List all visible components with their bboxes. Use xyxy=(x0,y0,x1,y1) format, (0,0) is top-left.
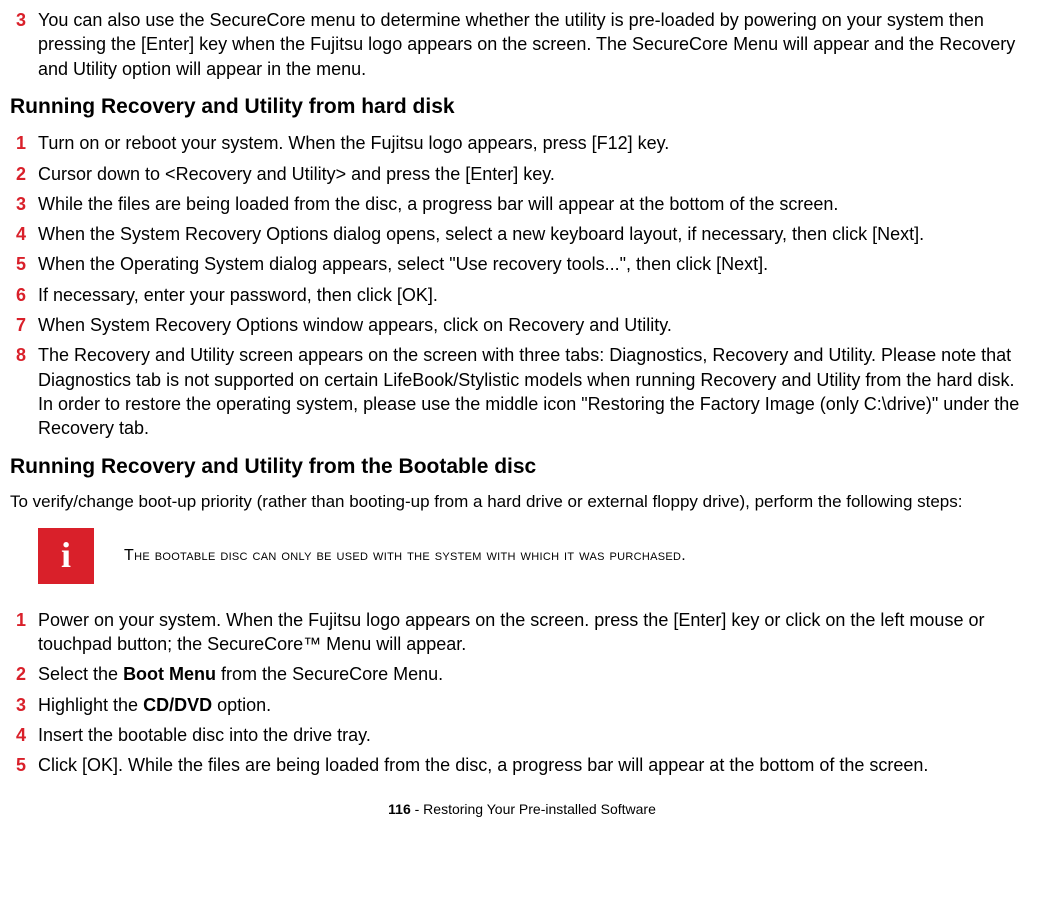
step-text: Click [OK]. While the files are being lo… xyxy=(38,753,1034,777)
list-item: 7When System Recovery Options window app… xyxy=(10,313,1034,337)
section1-heading: Running Recovery and Utility from hard d… xyxy=(10,93,1034,121)
intro-step: 3 You can also use the SecureCore menu t… xyxy=(10,8,1034,81)
step-number: 3 xyxy=(10,693,38,717)
list-item: 3While the files are being loaded from t… xyxy=(10,192,1034,216)
step-number: 3 xyxy=(10,192,38,216)
step-text: Power on your system. When the Fujitsu l… xyxy=(38,608,1034,657)
step-number: 8 xyxy=(10,343,38,440)
step-text-pre: Select the xyxy=(38,664,123,684)
list-item: 2Select the Boot Menu from the SecureCor… xyxy=(10,662,1034,686)
step-text: Highlight the CD/DVD option. xyxy=(38,693,1034,717)
step-number: 7 xyxy=(10,313,38,337)
list-item: 1Turn on or reboot your system. When the… xyxy=(10,131,1034,155)
footer-page-number: 116 xyxy=(388,801,411,817)
step-text: When the System Recovery Options dialog … xyxy=(38,222,1034,246)
info-note-box: i The bootable disc can only be used wit… xyxy=(10,528,1034,584)
section2-intro: To verify/change boot-up priority (rathe… xyxy=(10,491,1034,514)
step-text-bold: Boot Menu xyxy=(123,664,216,684)
list-item: 1Power on your system. When the Fujitsu … xyxy=(10,608,1034,657)
step-text: When the Operating System dialog appears… xyxy=(38,252,1034,276)
step-text-pre: Highlight the xyxy=(38,695,143,715)
step-text: The Recovery and Utility screen appears … xyxy=(38,343,1034,440)
page-footer: 116 - Restoring Your Pre-installed Softw… xyxy=(10,800,1034,819)
step-text-pre: Click [OK]. While the files are being lo… xyxy=(38,755,928,775)
step-number: 5 xyxy=(10,753,38,777)
step-text: While the files are being loaded from th… xyxy=(38,192,1034,216)
step-text: Turn on or reboot your system. When the … xyxy=(38,131,1034,155)
info-note-text: The bootable disc can only be used with … xyxy=(124,545,686,567)
step-text: When System Recovery Options window appe… xyxy=(38,313,1034,337)
info-icon: i xyxy=(38,528,94,584)
step-text-post: option. xyxy=(212,695,271,715)
list-item: 6If necessary, enter your password, then… xyxy=(10,283,1034,307)
step-text-pre: Insert the bootable disc into the drive … xyxy=(38,725,371,745)
list-item: 8The Recovery and Utility screen appears… xyxy=(10,343,1034,440)
step-text-bold: CD/DVD xyxy=(143,695,212,715)
step-text: Select the Boot Menu from the SecureCore… xyxy=(38,662,1034,686)
step-text-post: from the SecureCore Menu. xyxy=(216,664,443,684)
step-number: 4 xyxy=(10,723,38,747)
list-item: 4When the System Recovery Options dialog… xyxy=(10,222,1034,246)
step-text: If necessary, enter your password, then … xyxy=(38,283,1034,307)
list-item: 5When the Operating System dialog appear… xyxy=(10,252,1034,276)
step-text-pre: Power on your system. When the Fujitsu l… xyxy=(38,610,984,654)
step-number: 2 xyxy=(10,662,38,686)
section2-heading: Running Recovery and Utility from the Bo… xyxy=(10,453,1034,481)
list-item: 2Cursor down to <Recovery and Utility> a… xyxy=(10,162,1034,186)
step-text: Insert the bootable disc into the drive … xyxy=(38,723,1034,747)
step-number: 1 xyxy=(10,131,38,155)
list-item: 5Click [OK]. While the files are being l… xyxy=(10,753,1034,777)
list-item: 3Highlight the CD/DVD option. xyxy=(10,693,1034,717)
step-number: 2 xyxy=(10,162,38,186)
step-number: 3 xyxy=(10,8,38,81)
step-number: 5 xyxy=(10,252,38,276)
step-number: 1 xyxy=(10,608,38,657)
footer-title: - Restoring Your Pre-installed Software xyxy=(411,801,656,817)
step-text: You can also use the SecureCore menu to … xyxy=(38,8,1034,81)
list-item: 4Insert the bootable disc into the drive… xyxy=(10,723,1034,747)
step-number: 6 xyxy=(10,283,38,307)
step-number: 4 xyxy=(10,222,38,246)
step-text: Cursor down to <Recovery and Utility> an… xyxy=(38,162,1034,186)
